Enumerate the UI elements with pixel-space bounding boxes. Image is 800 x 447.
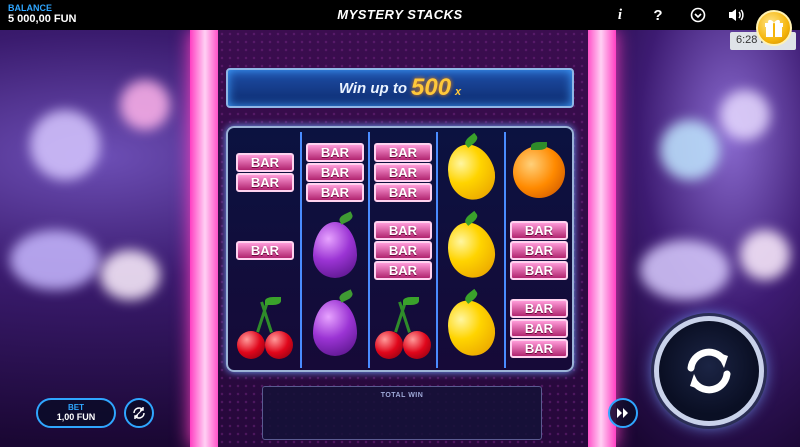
orange-icon	[513, 142, 565, 198]
banner-prefix: Win up to	[338, 79, 407, 97]
bar-stack: BAR BAR	[236, 152, 294, 192]
bokeh-light	[120, 80, 170, 130]
bar-label: BAR	[374, 162, 432, 182]
bar-label: BAR	[510, 318, 568, 338]
bar-symbol: BAR BAR BAR	[509, 292, 569, 364]
bar-label: BAR	[236, 152, 294, 172]
lemon-symbol	[440, 136, 502, 208]
bokeh-light	[660, 120, 720, 180]
lemon-icon	[440, 216, 502, 284]
balance-display: BALANCE 5 000,00 FUN	[8, 3, 76, 25]
lemon-icon	[440, 138, 502, 206]
bokeh-light	[720, 90, 770, 140]
banner-amount: 500	[411, 74, 452, 101]
bar-stack: BAR BAR BAR	[306, 142, 364, 202]
bar-label: BAR	[510, 298, 568, 318]
bokeh-light	[10, 230, 100, 290]
bar-label: BAR	[236, 240, 294, 260]
bet-label: BET	[68, 403, 84, 412]
bar-label: BAR	[374, 260, 432, 280]
spin-button[interactable]	[654, 316, 764, 426]
bar-stack: BAR BAR BAR	[510, 298, 568, 358]
bar-stack: BAR BAR BAR	[374, 220, 432, 280]
balance-value: 5 000,00 FUN	[8, 13, 77, 25]
lemon-symbol	[440, 214, 502, 286]
bar-symbol: BAR BAR BAR	[509, 214, 569, 286]
bokeh-light	[640, 240, 730, 300]
reel-4	[436, 132, 502, 368]
autoplay-icon[interactable]	[124, 398, 154, 428]
banner-suffix: x	[455, 86, 462, 98]
neon-pillar-right	[586, 30, 616, 447]
bar-symbol: BAR BAR BAR	[373, 136, 433, 208]
spin-icon	[687, 348, 731, 394]
bar-symbol: BAR BAR BAR	[305, 136, 365, 208]
reel-2: BAR BAR BAR	[300, 132, 366, 368]
bar-label: BAR	[306, 142, 364, 162]
balance-label: BALANCE	[8, 3, 52, 13]
cherries-icon	[375, 297, 431, 359]
orange-symbol	[509, 136, 569, 208]
bet-value: 1,00 FUN	[56, 412, 96, 422]
cherries-icon	[237, 297, 293, 359]
bet-button[interactable]: BET 1,00 FUN	[36, 398, 116, 428]
lemon-symbol	[440, 292, 502, 364]
plum-symbol	[305, 292, 365, 364]
plum-icon	[313, 300, 357, 356]
bokeh-light	[740, 230, 790, 280]
bar-label: BAR	[510, 260, 568, 280]
win-up-to-banner: Win up to 500 x	[226, 68, 574, 108]
bar-symbol: BAR	[235, 214, 295, 286]
bokeh-light	[30, 110, 100, 180]
info-icon[interactable]: i	[610, 5, 630, 25]
gift-icon[interactable]	[756, 10, 792, 46]
bar-label: BAR	[510, 220, 568, 240]
bar-label: BAR	[306, 182, 364, 202]
bar-symbol: BAR BAR	[235, 136, 295, 208]
bokeh-light	[100, 250, 160, 300]
reel-5: BAR BAR BAR BAR BAR BAR	[504, 132, 570, 368]
bar-stack: BAR	[236, 240, 294, 260]
cherries-symbol	[235, 292, 295, 364]
bar-label: BAR	[374, 182, 432, 202]
bar-label: BAR	[510, 338, 568, 358]
plum-icon	[313, 222, 357, 278]
plum-symbol	[305, 214, 365, 286]
bar-stack: BAR BAR BAR	[510, 220, 568, 280]
bar-label: BAR	[374, 142, 432, 162]
history-icon[interactable]	[688, 5, 708, 25]
bar-label: BAR	[306, 162, 364, 182]
bar-label: BAR	[374, 220, 432, 240]
game-title: MYSTERY STACKS	[337, 7, 463, 22]
neon-pillar-left	[190, 30, 220, 447]
bar-label: BAR	[236, 172, 294, 192]
help-icon[interactable]: ?	[648, 5, 668, 25]
reel-3: BAR BAR BAR BAR BAR BAR	[368, 132, 434, 368]
reel-grid: BAR BAR BAR BAR BAR BAR BAR BAR BAR BAR BAR BAR BAR B…	[226, 126, 574, 372]
bar-stack: BAR BAR BAR	[374, 142, 432, 202]
turbo-icon[interactable]	[608, 398, 638, 428]
sound-icon[interactable]	[726, 5, 746, 25]
bar-symbol: BAR BAR BAR	[373, 214, 433, 286]
top-bar: BALANCE 5 000,00 FUN MYSTERY STACKS i ?	[0, 0, 800, 30]
bar-label: BAR	[374, 240, 432, 260]
total-win-panel: TOTAL WIN	[262, 386, 542, 440]
bar-label: BAR	[510, 240, 568, 260]
cherries-symbol	[373, 292, 433, 364]
total-win-label: TOTAL WIN	[380, 392, 424, 399]
lemon-icon	[440, 294, 502, 362]
reel-1: BAR BAR BAR	[232, 132, 298, 368]
